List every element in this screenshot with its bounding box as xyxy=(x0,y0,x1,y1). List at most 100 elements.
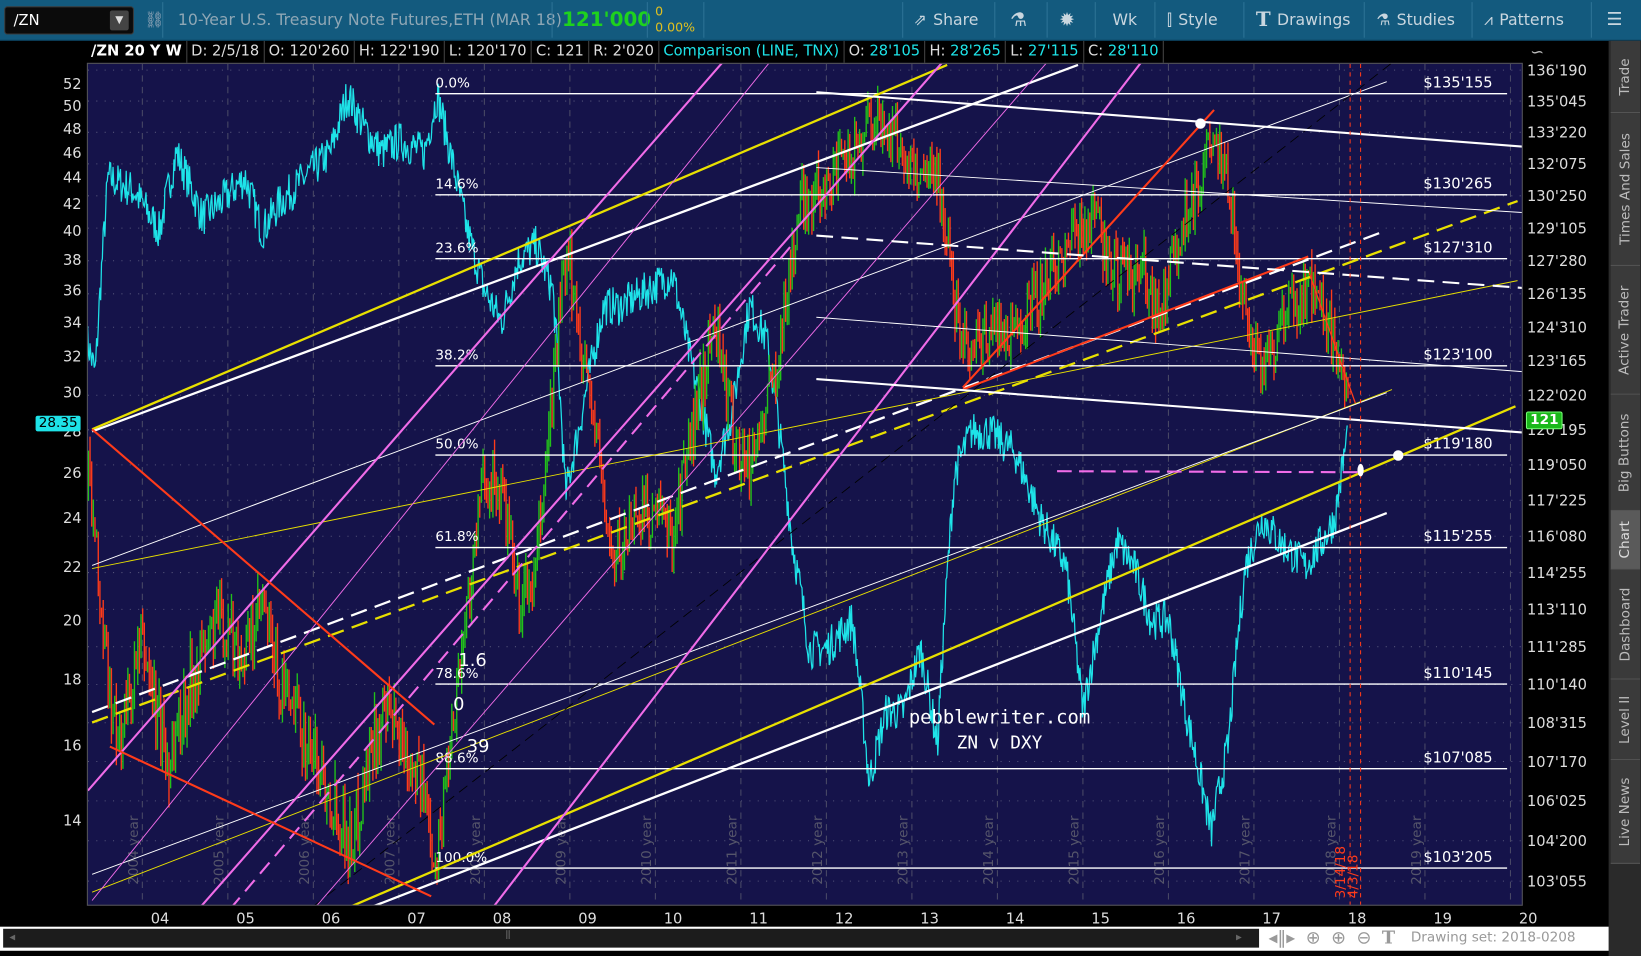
right-axis-label: 132'075 xyxy=(1527,156,1587,173)
right-axis-label: 117'225 xyxy=(1527,493,1587,510)
zoom-in-icon[interactable]: ⊕ xyxy=(1331,927,1346,950)
year-label: 2005 year xyxy=(212,815,228,885)
left-axis-label: 32 xyxy=(63,348,82,365)
fib-pct-label: 61.8% xyxy=(435,529,478,545)
trendline xyxy=(816,316,1522,373)
fib-price-label: $135'155 xyxy=(1423,74,1492,91)
marker-dot xyxy=(1393,450,1404,461)
left-axis-label: 30 xyxy=(63,385,82,402)
crosshair-icon[interactable]: ⊕ xyxy=(1306,927,1321,950)
drawing-set-label[interactable]: Drawing set: 2018-0208 xyxy=(1411,930,1576,946)
right-axis-label: 124'310 xyxy=(1527,319,1587,336)
year-label: 2015 year xyxy=(1067,815,1083,885)
x-tick-label: 09 xyxy=(578,911,597,928)
left-axis-label: 14 xyxy=(63,812,82,829)
year-label: 2012 year xyxy=(810,815,826,885)
year-label: 2004 year xyxy=(126,815,142,885)
left-axis-label: 40 xyxy=(63,223,82,240)
left-axis-label: 36 xyxy=(63,282,82,299)
x-tick-label: 13 xyxy=(920,911,939,928)
watermark: pebblewriter.com xyxy=(909,708,1090,729)
pan-icon[interactable]: ◂‖▸ xyxy=(1268,927,1295,950)
trendline xyxy=(816,91,1522,148)
left-axis-label: 24 xyxy=(63,510,82,527)
tab-label: Big Buttons xyxy=(1617,412,1634,492)
fib-price-label: $107'085 xyxy=(1423,749,1492,766)
year-label: 2016 year xyxy=(1152,815,1168,885)
x-tick-label: 06 xyxy=(322,911,341,928)
left-axis-label: 52 xyxy=(63,76,82,93)
tab-dashboard[interactable]: Dashboard xyxy=(1610,569,1641,680)
x-tick-label: 04 xyxy=(151,911,170,928)
left-axis-label: 26 xyxy=(63,465,82,482)
price-chart: 2003 year 2004 year 2005 year 2006 year 20 07… xyxy=(41,62,1587,928)
annotation-label: 0 xyxy=(453,694,464,715)
tab-times-and-sales[interactable]: Times And Sales xyxy=(1610,113,1641,266)
right-axis-label: 129'105 xyxy=(1527,220,1587,237)
left-axis-label: 48 xyxy=(63,121,82,138)
magenta-line xyxy=(316,63,1047,905)
left-axis-label: 38 xyxy=(63,252,82,269)
right-axis-label: 123'165 xyxy=(1527,353,1587,370)
tab-label: Level II xyxy=(1617,695,1634,744)
x-tick-label: 19 xyxy=(1433,911,1452,928)
trendline xyxy=(91,199,1518,724)
x-tick-label: 11 xyxy=(749,911,768,928)
x-tick-label: 12 xyxy=(835,911,854,928)
annotation-label: 39 xyxy=(467,736,490,757)
right-axis-label: 133'220 xyxy=(1527,125,1587,142)
study-curve-icon[interactable]: ∽ xyxy=(1530,42,1544,62)
horizontal-scrollbar[interactable]: ◂ ⦀ ▸ xyxy=(3,928,1260,948)
x-tick-label: 10 xyxy=(664,911,683,928)
right-axis-label: 111'285 xyxy=(1527,639,1587,656)
fib-price-label: $119'180 xyxy=(1423,436,1492,453)
trendline xyxy=(91,389,1393,893)
fib-price-label: $103'205 xyxy=(1423,849,1492,866)
left-axis-label: 50 xyxy=(63,98,82,115)
year-label: 2019 year xyxy=(1409,815,1425,885)
right-axis-label: 108'315 xyxy=(1527,715,1587,732)
x-tick-label: 08 xyxy=(493,911,512,928)
left-axis-label: 22 xyxy=(63,559,82,576)
right-axis-label: 110'140 xyxy=(1527,677,1587,694)
zoom-out-icon[interactable]: ⊖ xyxy=(1356,927,1371,950)
right-axis-label: 130'250 xyxy=(1527,188,1587,205)
year-label: 2013 year xyxy=(896,815,912,885)
x-tick-label: 14 xyxy=(1006,911,1025,928)
trendline xyxy=(816,378,1522,434)
scroll-right-icon[interactable]: ▸ xyxy=(1236,930,1242,944)
tab-level-ii[interactable]: Level II xyxy=(1610,679,1641,761)
right-axis-label: 116'080 xyxy=(1527,528,1587,545)
tab-active-trader[interactable]: Active Trader xyxy=(1610,265,1641,395)
right-axis-label: 135'045 xyxy=(1527,93,1587,110)
fib-price-label: $130'265 xyxy=(1423,176,1492,193)
left-axis-label: 18 xyxy=(63,671,82,688)
tab-label: Chart xyxy=(1617,521,1634,559)
year-label: 2003 year xyxy=(41,815,57,885)
right-axis-label: 114'255 xyxy=(1527,565,1587,582)
tab-big-buttons[interactable]: Big Buttons xyxy=(1610,394,1641,511)
x-tick-label: 07 xyxy=(407,911,426,928)
date-label: 4/3/18 xyxy=(1345,855,1361,899)
x-tick-label: 18 xyxy=(1348,911,1367,928)
chart-bottom-bar: ◂ ⦀ ▸ ◂‖▸ ⊕ ⊕ ⊖ T Drawing set: 2018-0208 xyxy=(0,926,1609,951)
magenta-line xyxy=(91,63,770,901)
tab-chart[interactable]: Chart xyxy=(1610,510,1641,570)
magenta-line xyxy=(1057,470,1361,474)
fib-pct-label: 50.0% xyxy=(435,437,478,453)
tab-label: Trade xyxy=(1617,57,1634,96)
text-tool-icon[interactable]: T xyxy=(1382,927,1395,950)
tab-live-news[interactable]: Live News xyxy=(1610,760,1641,864)
right-axis-label: 104'200 xyxy=(1527,833,1587,850)
x-tick-label: 05 xyxy=(236,911,255,928)
scroll-thumb[interactable]: ⦀ xyxy=(506,929,511,944)
x-tick-label: 20 xyxy=(1519,911,1538,928)
trendline xyxy=(91,63,1079,433)
left-axis-label: 42 xyxy=(63,196,82,213)
scroll-left-icon[interactable]: ◂ xyxy=(9,930,15,944)
fib-pct-label: 14.6% xyxy=(435,177,478,193)
tab-label: Times And Sales xyxy=(1617,133,1634,245)
fib-price-label: $110'145 xyxy=(1423,665,1492,682)
left-axis-label: 16 xyxy=(63,738,82,755)
tab-trade[interactable]: Trade xyxy=(1610,40,1641,114)
